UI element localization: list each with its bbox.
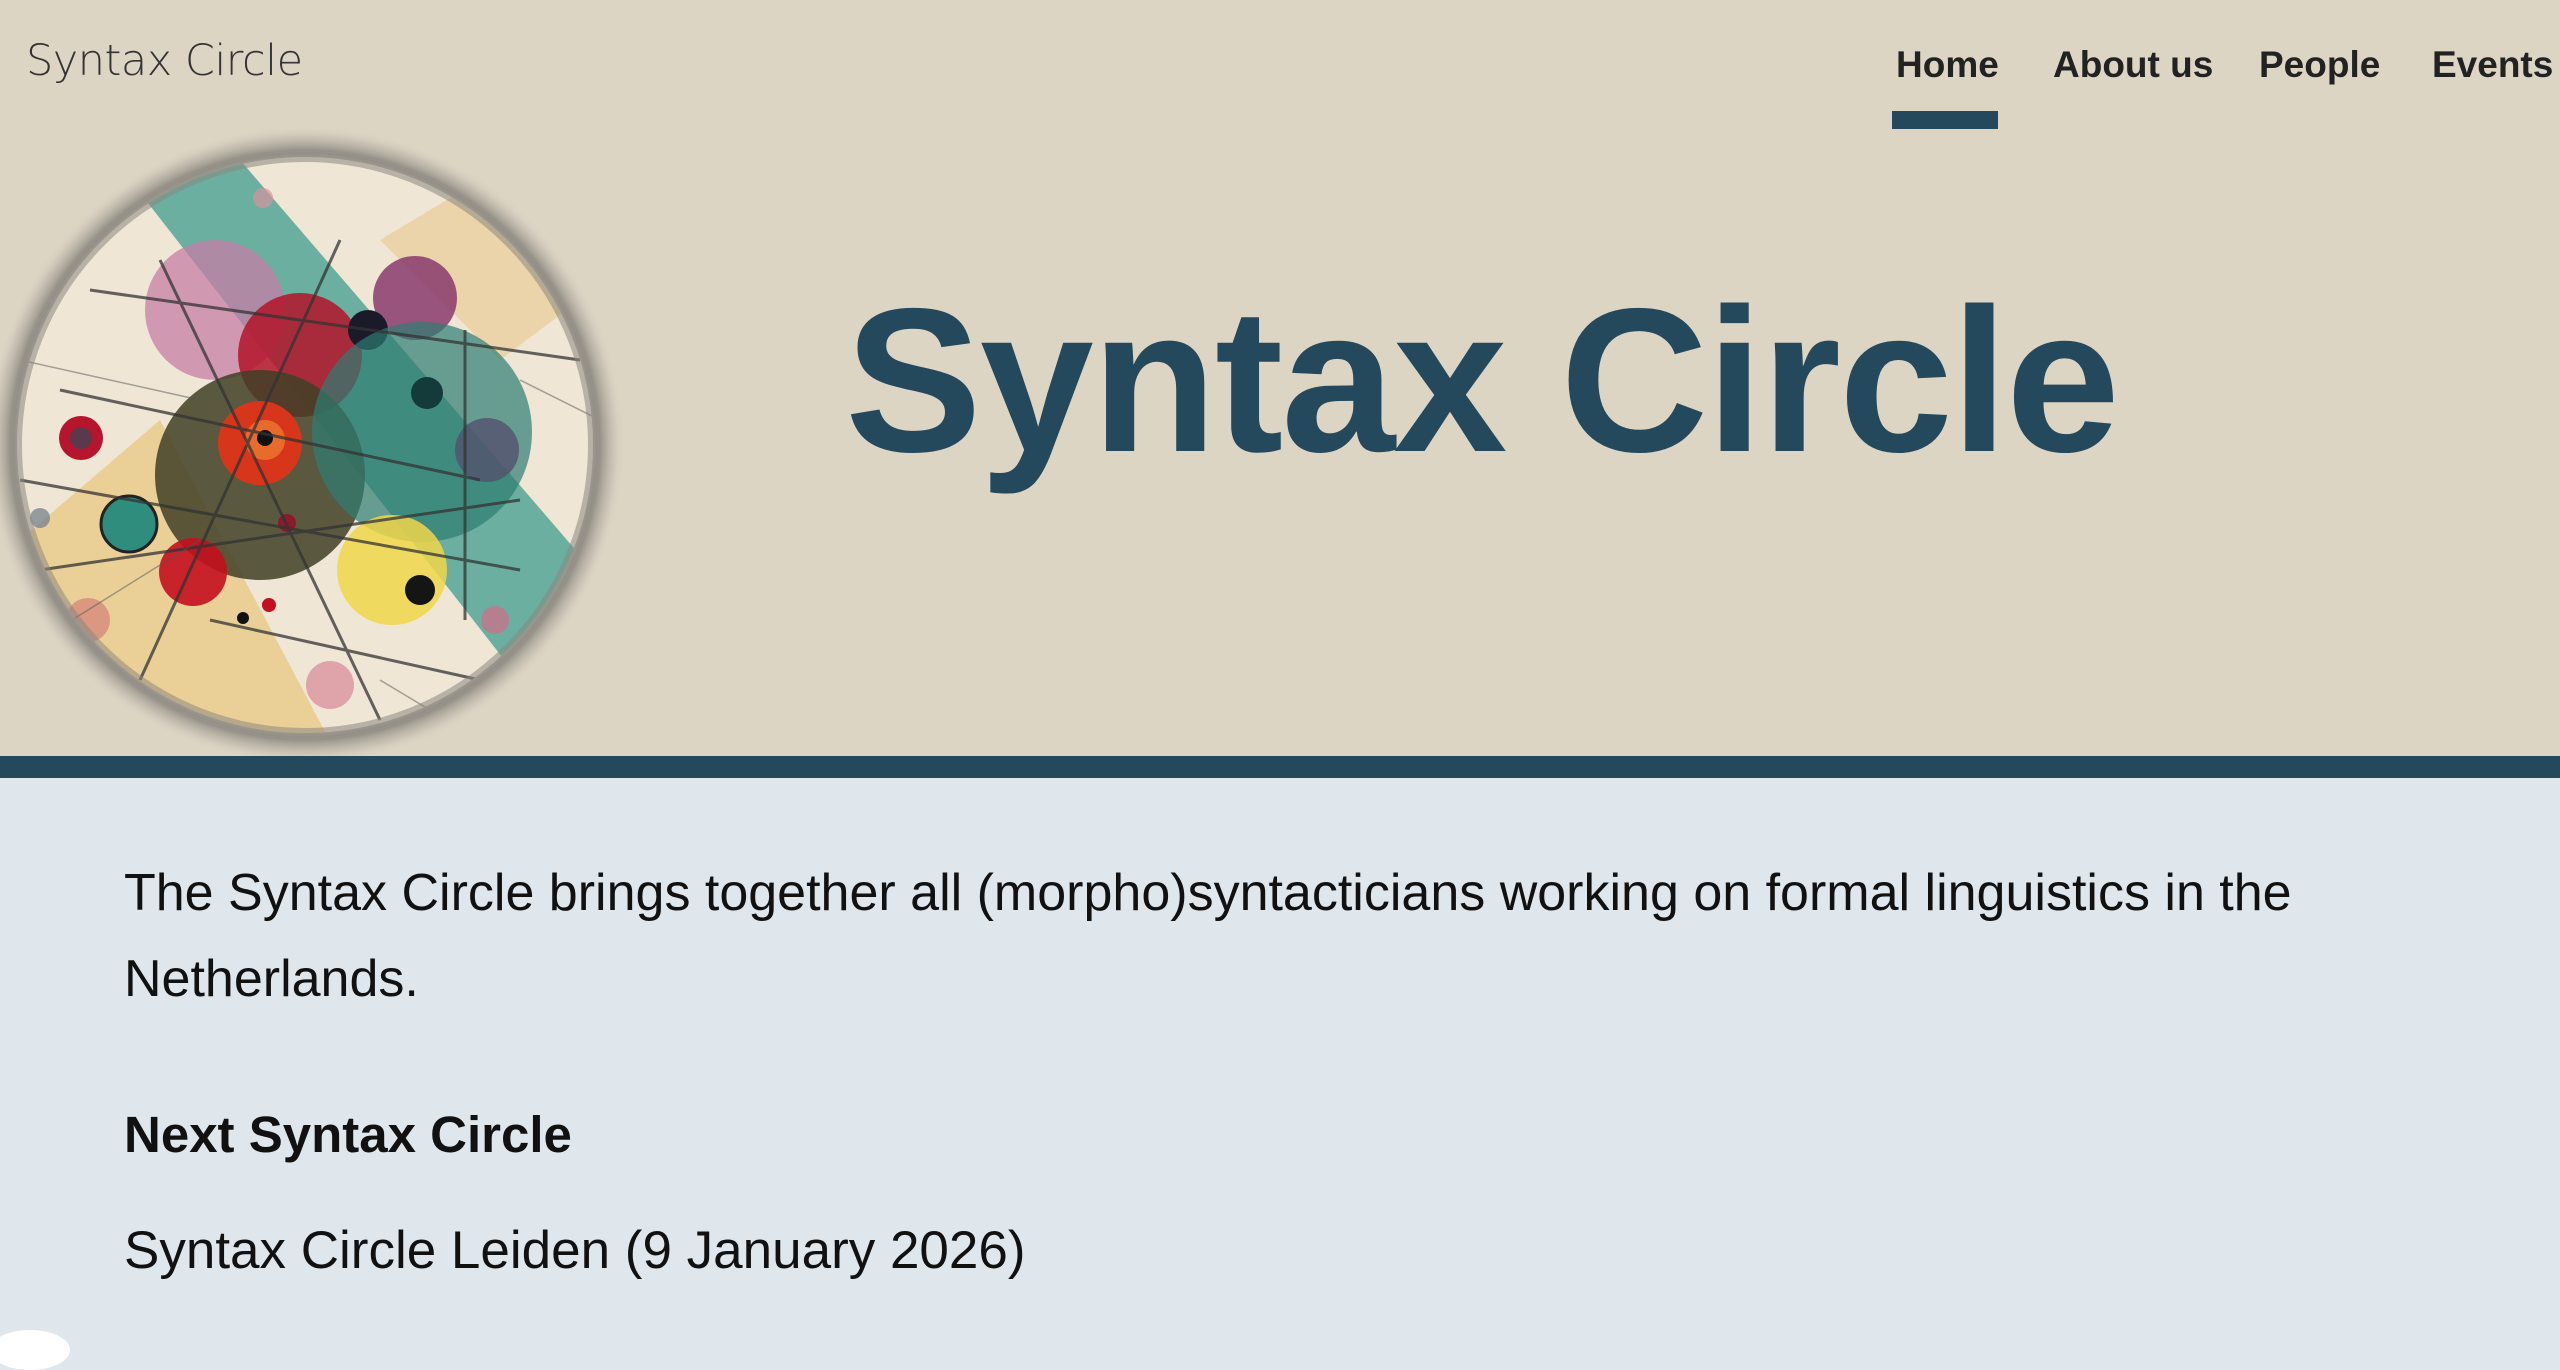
- next-event-link[interactable]: Syntax Circle Leiden (9 January 2026): [124, 1220, 1026, 1281]
- corner-widget: [0, 1330, 70, 1370]
- nav-item-about-us[interactable]: About us: [2053, 44, 2213, 86]
- main-content: The Syntax Circle brings together all (m…: [124, 850, 2464, 1280]
- nav-item-events[interactable]: Events: [2432, 44, 2553, 86]
- nav-item-home[interactable]: Home: [1896, 44, 1999, 86]
- hero-title: Syntax Circle: [845, 266, 2120, 495]
- next-syntax-circle-heading: Next Syntax Circle: [124, 1106, 572, 1163]
- intro-paragraph: The Syntax Circle brings together all (m…: [124, 864, 2292, 1008]
- header-divider: [0, 756, 2560, 778]
- site-header: Syntax Circle Syntax Circle Home About u…: [0, 0, 2560, 756]
- abstract-circles-artwork-icon: [0, 125, 625, 756]
- site-name-link[interactable]: Syntax Circle: [26, 36, 303, 86]
- nav-item-people[interactable]: People: [2259, 44, 2380, 86]
- active-nav-indicator: [1892, 111, 1998, 129]
